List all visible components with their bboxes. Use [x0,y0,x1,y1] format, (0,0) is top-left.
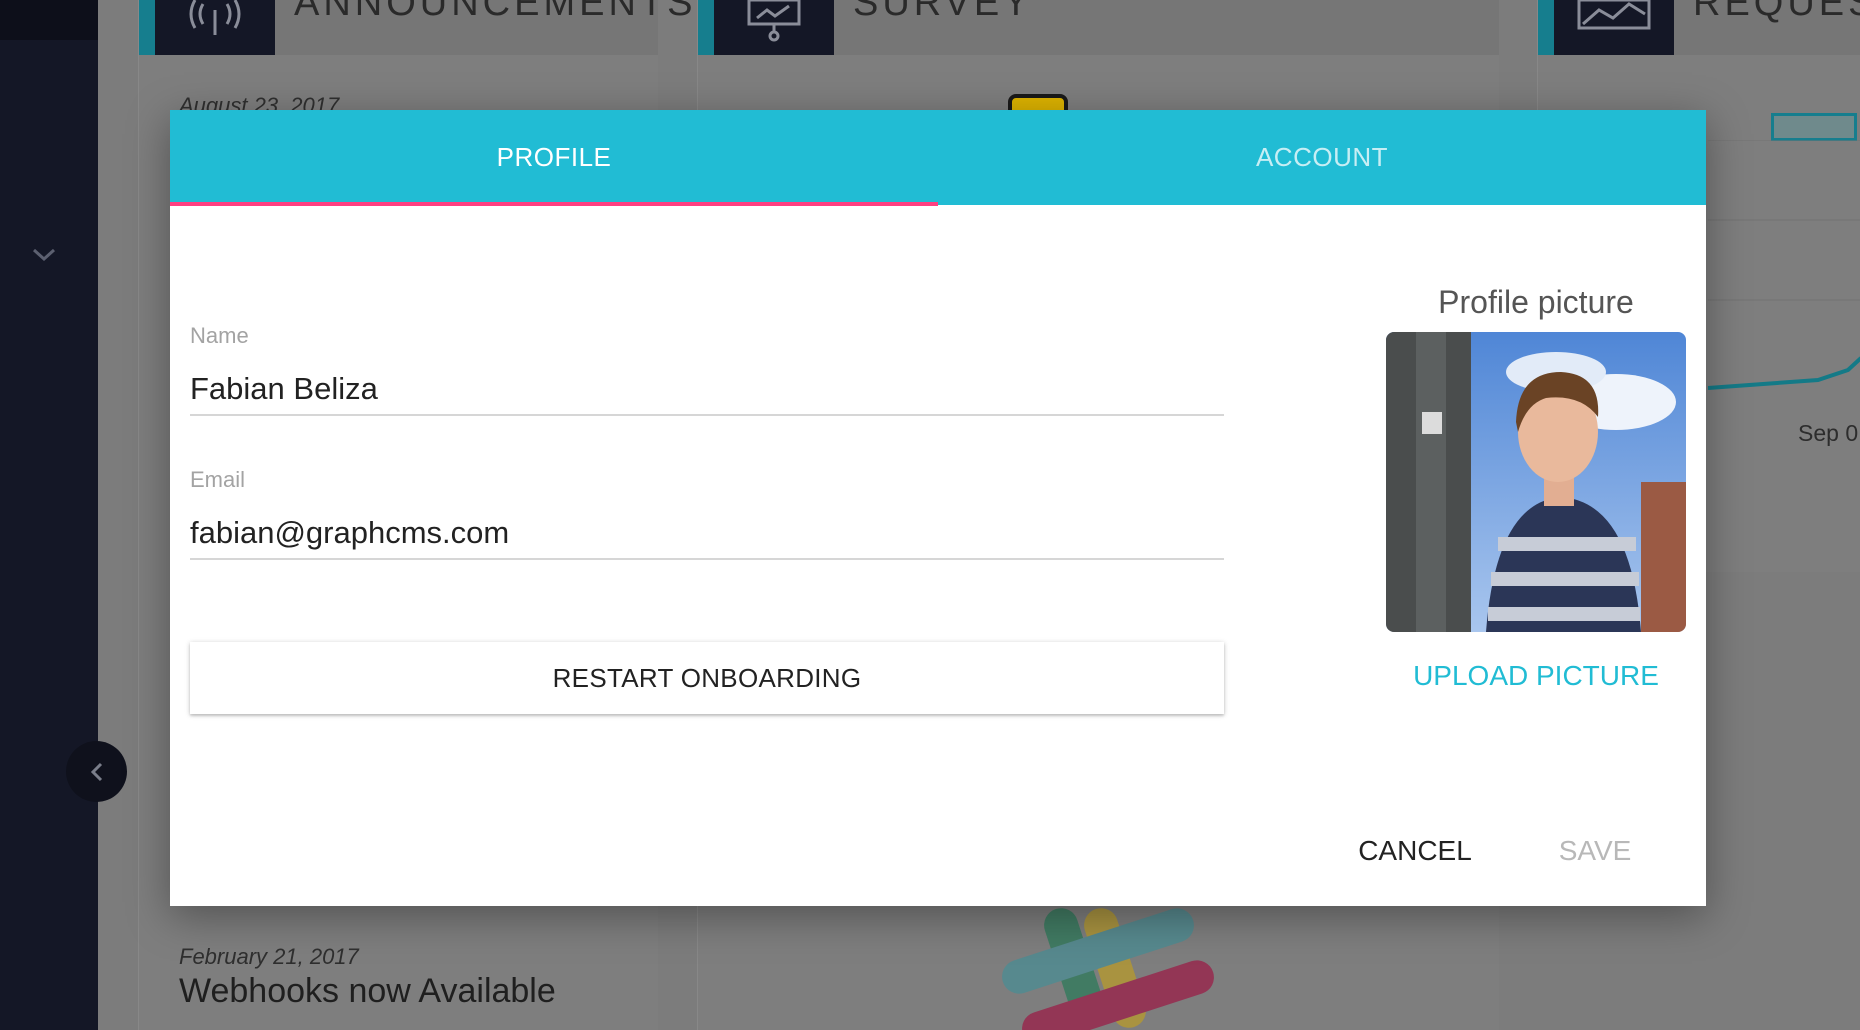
legend-swatch [1771,113,1857,141]
slack-logo [1002,908,1214,1030]
profile-dialog: PROFILE ACCOUNT Name Email RESTART ONBOA… [170,110,1706,906]
restart-onboarding-button[interactable]: RESTART ONBOARDING [190,642,1224,714]
card-accent [139,0,155,55]
name-label: Name [190,323,249,348]
card-title: SURVEY [853,0,1033,24]
tab-account[interactable]: ACCOUNT [938,110,1706,205]
requests-line [1708,140,1860,390]
chevron-down-icon[interactable] [30,245,58,265]
announcement-headline[interactable]: Webhooks now Available [179,972,556,1011]
cancel-button[interactable]: CANCEL [1350,835,1480,867]
sidebar [0,0,127,1030]
upload-picture-button[interactable]: UPLOAD PICTURE [1386,660,1686,692]
email-label: Email [190,467,246,492]
collapse-sidebar-button[interactable] [66,741,127,802]
profile-picture-title: Profile picture [1438,284,1634,320]
name-field[interactable] [190,364,1224,416]
avatar [1386,332,1686,632]
chevron-left-icon [90,762,102,781]
card-accent [1538,0,1554,55]
card-title: REQUESTS [1693,0,1860,24]
x-axis-tick: Sep 0 [1798,420,1859,446]
presentation-icon [714,0,834,55]
announcement-date: February 21, 2017 [179,944,359,969]
broadcast-icon [155,0,275,55]
save-button[interactable]: SAVE [1540,835,1650,867]
email-field[interactable] [190,508,1224,560]
card-title: ANNOUNCEMENTS [294,0,697,24]
chart-icon [1554,0,1674,55]
tab-indicator [170,202,938,206]
tab-profile[interactable]: PROFILE [170,110,938,205]
card-accent [698,0,714,55]
tab-bar: PROFILE ACCOUNT [170,110,1706,206]
sidebar-header [0,0,98,40]
